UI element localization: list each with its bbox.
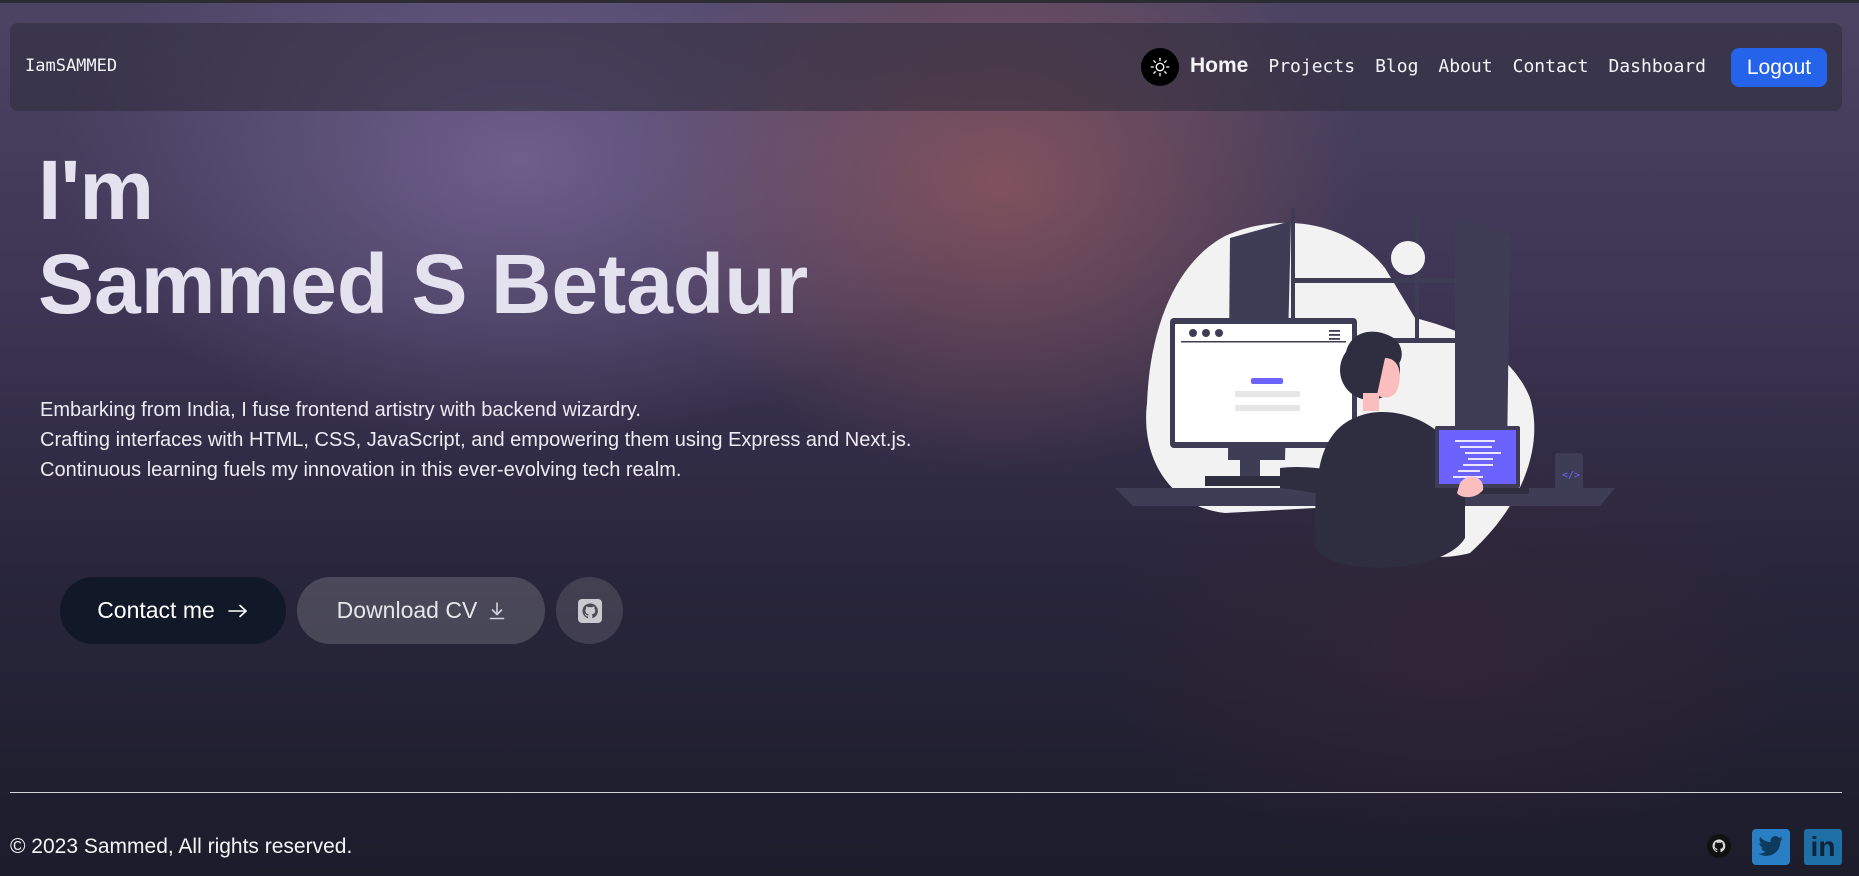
arrow-right-icon [227, 604, 249, 618]
contact-me-button[interactable]: Contact me [60, 577, 286, 644]
navbar: IamSAMMED Home Projects Blog About Conta… [10, 23, 1842, 111]
developer-illustration: </> [1115, 208, 1620, 578]
footer-linkedin-link[interactable]: in [1804, 829, 1842, 865]
download-cv-label: Download CV [336, 597, 478, 623]
nav-link-blog[interactable]: Blog [1375, 56, 1418, 77]
copyright-text: © 2023 Sammed, All rights reserved. [10, 835, 353, 858]
linkedin-icon: in [1810, 831, 1836, 862]
logout-button[interactable]: Logout [1731, 48, 1827, 87]
footer-divider [10, 792, 1842, 793]
contact-me-label: Contact me [97, 597, 215, 623]
hero-description-line-1: Embarking from India, I fuse frontend ar… [40, 399, 641, 421]
hero-description-line-3: Continuous learning fuels my innovation … [40, 459, 682, 481]
nav-link-home[interactable]: Home [1190, 54, 1248, 78]
nav-link-projects[interactable]: Projects [1268, 56, 1355, 77]
download-cv-button[interactable]: Download CV [297, 577, 545, 644]
hero-description: Embarking from India, I fuse frontend ar… [40, 395, 920, 485]
nav-links: Home Projects Blog About Contact Dashboa… [1190, 54, 1726, 78]
twitter-icon [1758, 836, 1784, 858]
svg-text:</>: </> [1562, 470, 1580, 481]
sun-icon [1150, 57, 1170, 77]
nav-link-dashboard[interactable]: Dashboard [1608, 56, 1706, 77]
brand-logo[interactable]: IamSAMMED [25, 56, 117, 76]
top-border [0, 0, 1859, 3]
hero-description-line-2: Crafting interfaces with HTML, CSS, Java… [40, 429, 912, 451]
download-icon [489, 601, 505, 620]
nav-link-about[interactable]: About [1438, 56, 1492, 77]
nav-link-contact[interactable]: Contact [1513, 56, 1589, 77]
github-button[interactable] [556, 577, 623, 644]
hero-greeting: I'm [38, 143, 154, 237]
footer-twitter-link[interactable] [1752, 829, 1790, 865]
footer-github-link[interactable] [1707, 834, 1731, 858]
hero-name: Sammed S Betadur [38, 237, 809, 331]
theme-toggle-button[interactable] [1141, 48, 1179, 86]
github-icon [577, 598, 603, 624]
github-icon [1711, 838, 1727, 854]
